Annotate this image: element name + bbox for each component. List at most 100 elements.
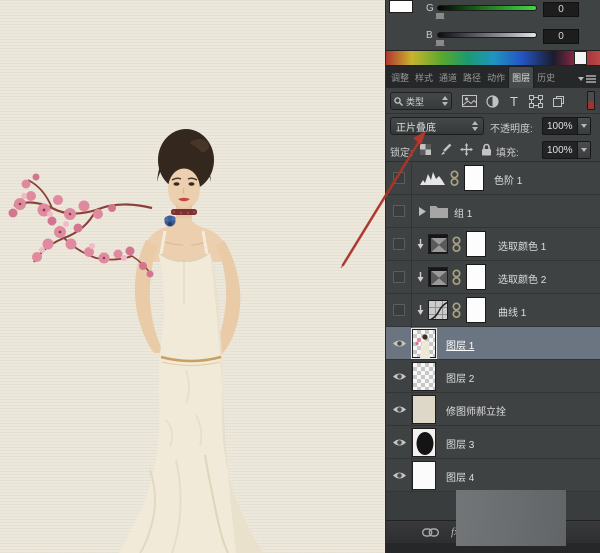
clip-arrow-icon xyxy=(416,272,425,283)
layer-name[interactable]: 图层 1 xyxy=(446,337,474,352)
layer-row-curves1[interactable]: 曲线 1 xyxy=(386,294,600,327)
lock-transparency-icon[interactable] xyxy=(420,144,431,155)
chain-link-icon[interactable] xyxy=(422,528,439,537)
layer-row-layer3[interactable]: 图层 3 xyxy=(386,426,600,459)
visibility-cell[interactable] xyxy=(386,360,412,392)
layer-name[interactable]: 选取颜色 2 xyxy=(498,271,546,286)
layer-mask-thumbnail[interactable] xyxy=(464,165,484,191)
panel-menu-icon[interactable] xyxy=(578,75,599,88)
folder-icon xyxy=(430,204,448,218)
visibility-empty-box[interactable] xyxy=(393,238,405,250)
opacity-dropdown-icon[interactable] xyxy=(577,118,590,134)
filter-kind-select[interactable]: 类型 xyxy=(390,92,452,110)
selective-color-icon[interactable] xyxy=(428,234,448,254)
tab-adjustments[interactable]: 调整 xyxy=(388,67,412,88)
blue-channel-slider[interactable] xyxy=(437,32,537,38)
filter-toggle-switch[interactable] xyxy=(587,91,595,110)
lock-all-icon[interactable] xyxy=(481,143,492,156)
visibility-cell[interactable] xyxy=(386,294,412,326)
panel-tab-bar: 调整 样式 通道 路径 动作 图层 历史 xyxy=(386,66,600,88)
tab-layers[interactable]: 图层 xyxy=(508,66,534,88)
layer-thumbnail[interactable] xyxy=(412,461,436,490)
tab-channels[interactable]: 通道 xyxy=(436,67,460,88)
tab-history[interactable]: 历史 xyxy=(534,67,558,88)
layer-name[interactable]: 色阶 1 xyxy=(494,172,522,187)
photoshop-window: G 0 B 0 调整 样式 通道 路径 动作 图层 历史 xyxy=(0,0,600,553)
visibility-cell[interactable] xyxy=(386,393,412,425)
document-canvas[interactable] xyxy=(0,0,385,553)
eye-icon[interactable] xyxy=(392,437,407,448)
fill-label: 填充: xyxy=(496,144,519,159)
filter-pixel-layers-icon[interactable] xyxy=(462,95,477,107)
fill-field[interactable]: 100% xyxy=(542,141,591,159)
spectrum-gradient-bar[interactable] xyxy=(386,50,600,66)
layer-row-retoucher[interactable]: 修图师郝立拴 xyxy=(386,393,600,426)
filter-adjustment-layers-icon[interactable] xyxy=(486,95,499,108)
layer-thumbnail[interactable] xyxy=(412,395,436,424)
layer-row-layer2[interactable]: 图层 2 xyxy=(386,360,600,393)
layer-name[interactable]: 图层 3 xyxy=(446,436,474,451)
filter-type-layers-icon[interactable]: T xyxy=(508,95,520,107)
visibility-empty-box[interactable] xyxy=(393,304,405,316)
green-channel-slider[interactable] xyxy=(437,5,537,11)
eye-icon[interactable] xyxy=(392,371,407,382)
visibility-empty-box[interactable] xyxy=(393,172,405,184)
visibility-cell[interactable] xyxy=(386,162,412,194)
gradient-handle[interactable] xyxy=(574,51,587,65)
search-icon xyxy=(394,97,403,106)
layer-row-layer4[interactable]: 图层 4 xyxy=(386,459,600,492)
fill-dropdown-icon[interactable] xyxy=(577,142,590,158)
layer-thumbnail[interactable] xyxy=(412,329,436,358)
tab-actions[interactable]: 动作 xyxy=(484,67,508,88)
levels-icon xyxy=(420,171,446,186)
tab-styles[interactable]: 样式 xyxy=(412,67,436,88)
eye-icon[interactable] xyxy=(392,338,407,349)
filter-smart-object-icon[interactable] xyxy=(552,95,565,108)
visibility-cell[interactable] xyxy=(386,327,412,359)
color-swatch[interactable] xyxy=(389,0,413,13)
green-channel-value[interactable]: 0 xyxy=(543,2,579,17)
blend-mode-select[interactable]: 正片叠底 xyxy=(390,117,484,135)
curves-icon[interactable] xyxy=(428,300,448,320)
layer-row-selectivecolor2[interactable]: 选取颜色 2 xyxy=(386,261,600,294)
visibility-cell[interactable] xyxy=(386,261,412,293)
selective-color-icon[interactable] xyxy=(428,267,448,287)
green-slider-knob[interactable] xyxy=(435,13,445,19)
lock-pixels-icon[interactable] xyxy=(439,143,452,156)
layer-name[interactable]: 修图师郝立拴 xyxy=(446,403,506,418)
filter-kind-label: 类型 xyxy=(406,95,424,108)
layer-name[interactable]: 图层 2 xyxy=(446,370,474,385)
expand-triangle-icon[interactable] xyxy=(419,207,426,216)
visibility-cell[interactable] xyxy=(386,459,412,491)
link-icon xyxy=(452,236,461,253)
layer-row-levels1[interactable]: 色阶 1 xyxy=(386,162,600,195)
filter-shape-layers-icon[interactable] xyxy=(529,95,543,108)
eye-icon[interactable] xyxy=(392,404,407,415)
visibility-empty-box[interactable] xyxy=(393,271,405,283)
lock-position-icon[interactable] xyxy=(460,143,473,156)
tab-paths[interactable]: 路径 xyxy=(460,67,484,88)
blue-slider-knob[interactable] xyxy=(435,40,445,46)
layer-row-selectivecolor1[interactable]: 选取颜色 1 xyxy=(386,228,600,261)
visibility-cell[interactable] xyxy=(386,195,412,227)
layer-name[interactable]: 选取颜色 1 xyxy=(498,238,546,253)
layer-mask-thumbnail[interactable] xyxy=(466,297,486,323)
layer-mask-thumbnail[interactable] xyxy=(466,264,486,290)
peach-blossom-branch xyxy=(9,174,154,278)
eye-icon[interactable] xyxy=(392,470,407,481)
opacity-label: 不透明度: xyxy=(490,120,533,135)
layer-thumbnail[interactable] xyxy=(412,428,436,457)
blue-channel-value[interactable]: 0 xyxy=(543,29,579,44)
visibility-cell[interactable] xyxy=(386,228,412,260)
layer-name[interactable]: 图层 4 xyxy=(446,469,474,484)
layer-row-layer1-selected[interactable]: 图层 1 xyxy=(386,327,600,360)
visibility-cell[interactable] xyxy=(386,426,412,458)
lock-label: 锁定: xyxy=(390,144,413,159)
layer-row-group1[interactable]: 组 1 xyxy=(386,195,600,228)
opacity-field[interactable]: 100% xyxy=(542,117,591,135)
layer-name[interactable]: 曲线 1 xyxy=(498,304,526,319)
layer-thumbnail[interactable] xyxy=(412,362,436,391)
layer-mask-thumbnail[interactable] xyxy=(466,231,486,257)
visibility-empty-box[interactable] xyxy=(393,205,405,217)
layer-name[interactable]: 组 1 xyxy=(454,205,472,220)
